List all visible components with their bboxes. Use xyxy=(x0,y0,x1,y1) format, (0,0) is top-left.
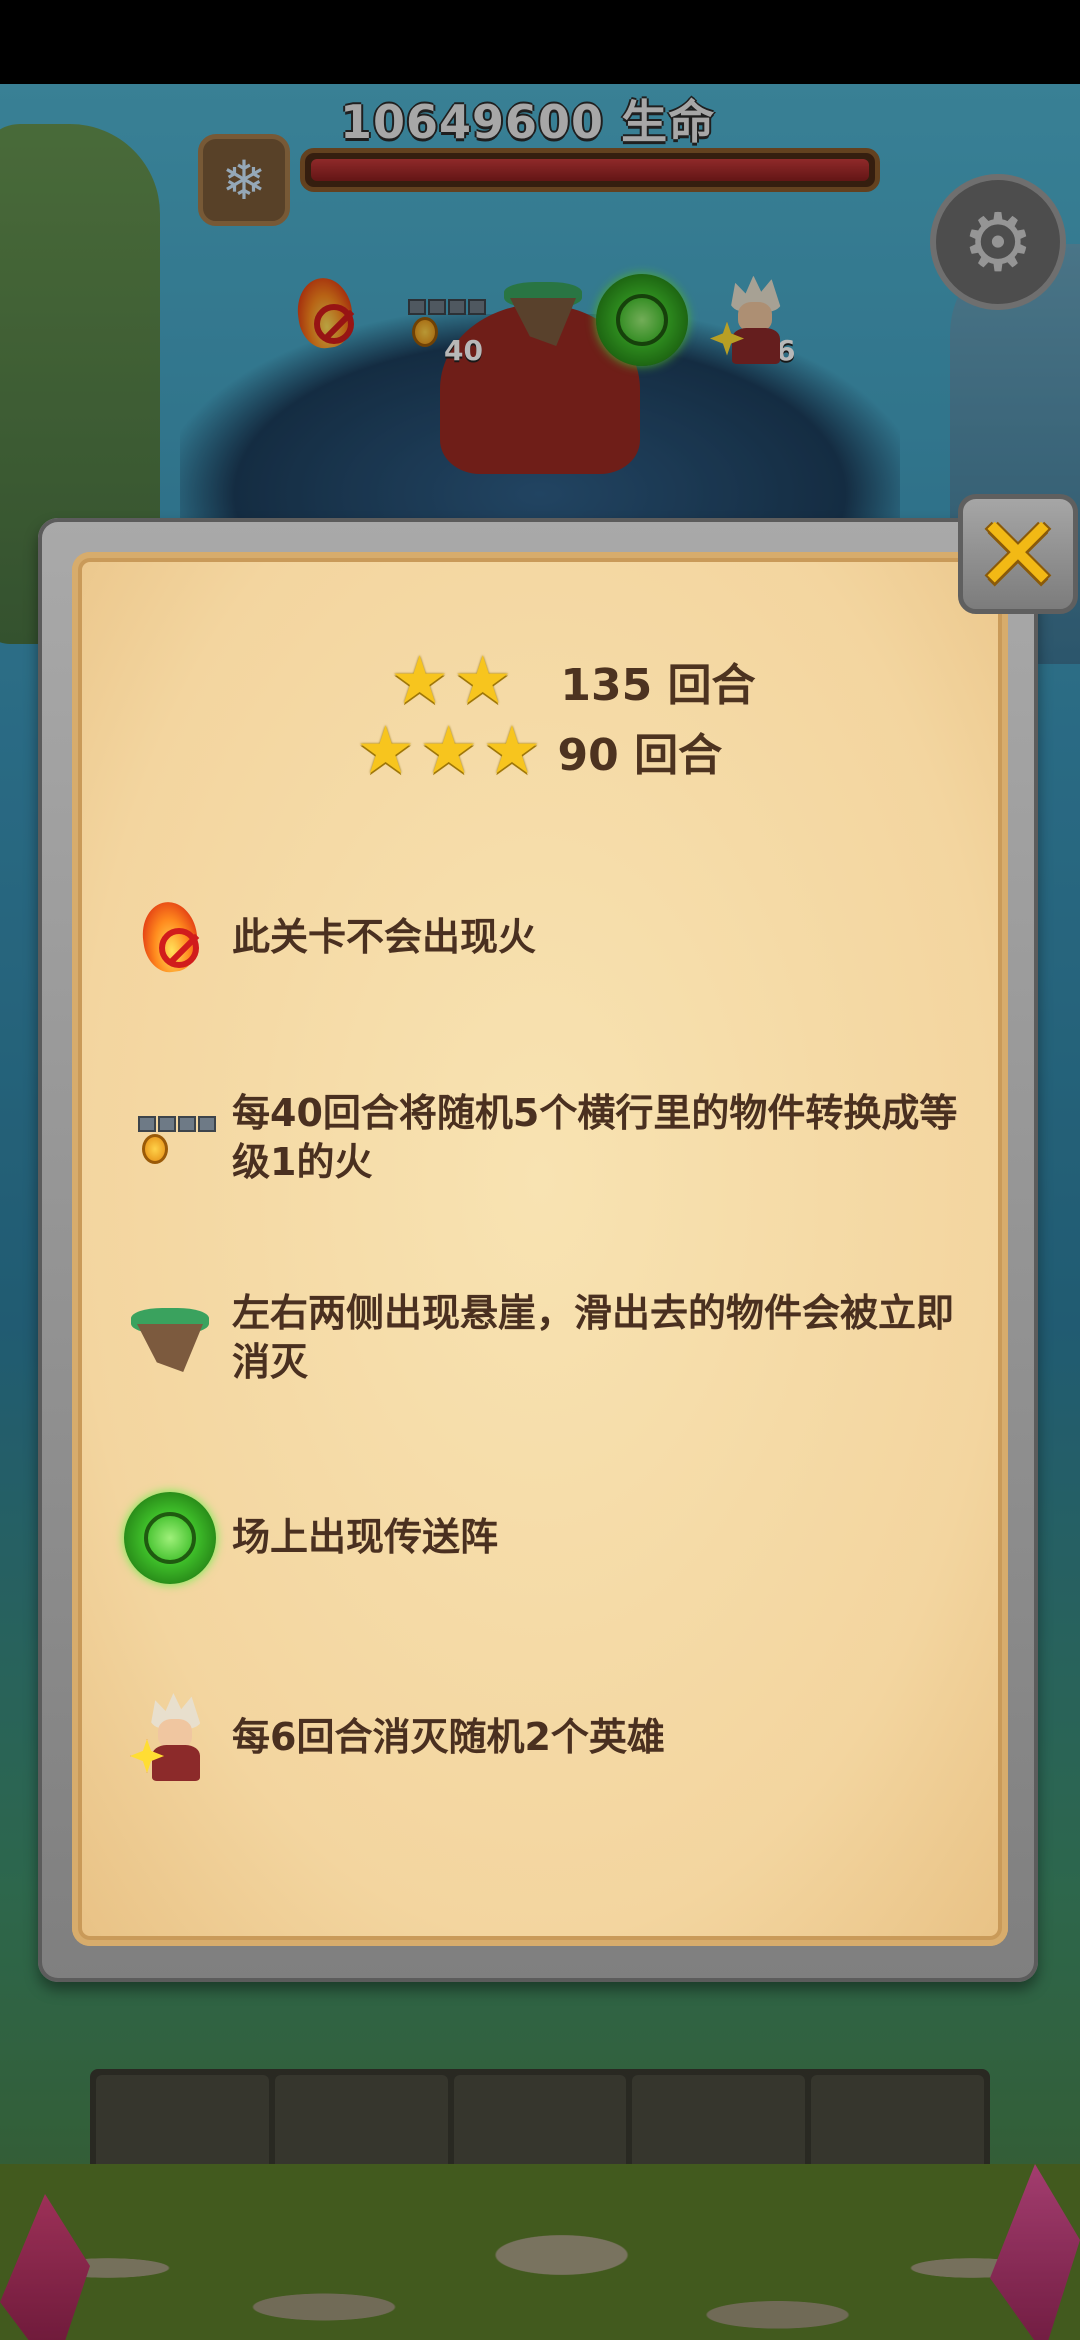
floating-cliff-icon xyxy=(127,1300,213,1376)
row-fire-convert-icon xyxy=(130,1108,216,1168)
rule-icon-slot xyxy=(120,1488,220,1588)
two-star-rating: ★ ★ 135 回合 xyxy=(390,648,756,714)
two-star-rounds: 135 回合 xyxy=(560,660,756,711)
rule-text: 此关卡不会出现火 xyxy=(232,915,537,960)
rule-no-fire: 此关卡不会出现火 xyxy=(120,888,980,988)
star-icon: ★ xyxy=(419,712,479,789)
close-button[interactable]: ✕ xyxy=(958,494,1078,614)
star-icon: ★ xyxy=(453,642,513,719)
three-star-rounds: 90 回合 xyxy=(557,730,723,781)
rule-icon-slot xyxy=(120,1088,220,1188)
status-bar xyxy=(0,0,1080,84)
rule-hero-destroy: 每6回合消灭随机2个英雄 xyxy=(120,1688,980,1788)
three-star-rating: ★ ★ ★ 90 回合 xyxy=(356,718,722,784)
teleport-portal-icon xyxy=(124,1492,216,1584)
close-x-icon: ✕ xyxy=(974,493,1062,615)
rule-text: 每6回合消灭随机2个英雄 xyxy=(232,1715,665,1760)
no-fire-icon xyxy=(135,898,205,978)
star-icon: ★ xyxy=(390,642,450,719)
rule-row-fire-convert: 每40回合将随机5个横行里的物件转换成等级1的火 xyxy=(120,1088,980,1188)
rule-text: 每40回合将随机5个横行里的物件转换成等级1的火 xyxy=(232,1090,958,1184)
star-icon: ★ xyxy=(482,712,542,789)
star-icon: ★ xyxy=(356,712,416,789)
rule-icon-slot xyxy=(120,1688,220,1788)
rule-text: 场上出现传送阵 xyxy=(232,1515,499,1560)
rule-icon-slot xyxy=(120,888,220,988)
rule-icon-slot xyxy=(120,1288,220,1388)
rule-text: 左右两侧出现悬崖，滑出去的物件会被立即消灭 xyxy=(232,1290,955,1384)
rule-cliffs: 左右两侧出现悬崖，滑出去的物件会被立即消灭 xyxy=(120,1288,980,1388)
hero-destroy-icon xyxy=(130,1693,210,1783)
rule-portal: 场上出现传送阵 xyxy=(120,1488,980,1588)
